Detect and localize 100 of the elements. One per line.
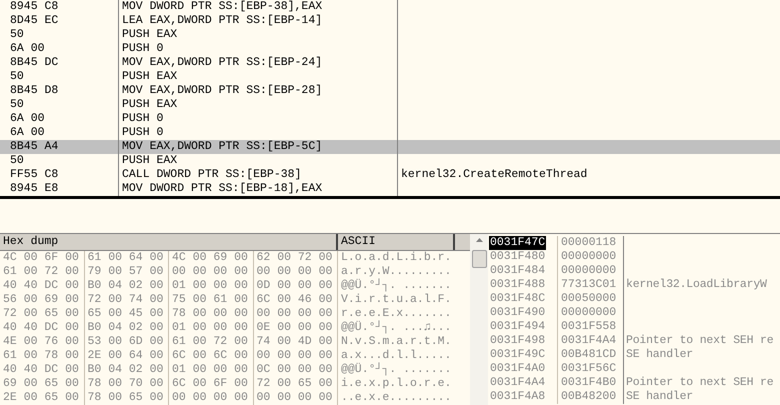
disassembly-row[interactable]: 50 PUSH EAX	[0, 154, 780, 168]
instruction: CALL DWORD PTR SS:[EBP-38]	[122, 168, 302, 181]
scroll-thumb[interactable]	[472, 250, 486, 268]
column-header[interactable]: Hex dump	[0, 234, 338, 250]
stack-value: 0031F4B0	[561, 376, 616, 389]
hex-bytes: 78 00 65 00	[88, 391, 164, 404]
instruction: PUSH 0	[122, 126, 164, 139]
column-header[interactable]: ASCII	[338, 234, 455, 250]
stack-value: 00B48200	[561, 390, 616, 403]
hex-bytes: B0 04 02 00	[88, 363, 164, 376]
disassembly-row[interactable]: 8B45 A4 MOV EAX,DWORD PTR SS:[EBP-5C]	[0, 140, 780, 154]
instruction: MOV DWORD PTR SS:[EBP-18],EAX	[122, 182, 322, 195]
stack-comment: kernel32.LoadLibraryW	[626, 278, 767, 291]
hex-code: 8945 C8	[10, 0, 58, 13]
instruction: LEA EAX,DWORD PTR SS:[EBP-14]	[122, 14, 322, 27]
disassembly-row[interactable]: 8945 E8 MOV DWORD PTR SS:[EBP-18],EAX	[0, 182, 780, 196]
hex-bytes: 40 40 DC 00	[3, 363, 79, 376]
instruction: PUSH 0	[122, 42, 164, 55]
disassembly-row[interactable]: 8D45 EC LEA EAX,DWORD PTR SS:[EBP-14]	[0, 14, 780, 28]
disassembly-row[interactable]: 50 PUSH EAX	[0, 28, 780, 42]
hex-bytes: 6C 00 6C 00	[172, 349, 248, 362]
ascii-text: @@Ü.°┘┐. .......	[341, 279, 452, 292]
disassembly-row[interactable]: 50 PUSH EAX	[0, 70, 780, 84]
disassembly-row[interactable]: 8945 C8 MOV DWORD PTR SS:[EBP-38],EAX	[0, 0, 780, 14]
hex-bytes: 01 00 00 00	[172, 279, 248, 292]
stack-value: 00000000	[561, 250, 616, 263]
hex-bytes: 00 00 00 00	[256, 265, 332, 278]
ascii-text: N.v.S.m.a.r.t.M.	[341, 335, 452, 348]
ascii-text: i.e.x.p.l.o.r.e.	[341, 377, 452, 390]
stack-value: 0031F4A4	[561, 334, 616, 347]
ascii-text: @@Ü.°┘┐. .......	[341, 363, 452, 376]
hex-bytes: 4E 00 76 00	[3, 335, 79, 348]
hex-bytes: 01 00 00 00	[172, 363, 248, 376]
hex-bytes: 6C 00 46 00	[256, 293, 332, 306]
scrollbar[interactable]	[470, 234, 488, 405]
hex-code: 8B45 D8	[10, 84, 58, 97]
ascii-text: a.r.y.W.........	[341, 265, 452, 278]
hex-bytes: 00 00 00 00	[256, 391, 332, 404]
hex-bytes: 00 00 00 00	[172, 265, 248, 278]
hex-bytes: 40 40 DC 00	[3, 321, 79, 334]
stack-address[interactable]: 0031F47C	[489, 236, 546, 250]
hex-bytes: 4C 00 6F 00	[3, 251, 79, 264]
hex-bytes: 40 40 DC 00	[3, 279, 79, 292]
hex-code: 8945 E8	[10, 182, 58, 195]
instruction: PUSH EAX	[122, 98, 178, 111]
stack-value: 0031F558	[561, 320, 616, 333]
scroll-up-icon[interactable]	[476, 238, 482, 242]
ascii-text: L.o.a.d.L.i.b.r.	[341, 251, 452, 264]
hex-bytes: 62 00 72 00	[256, 251, 332, 264]
hex-bytes: 61 00 64 00	[88, 251, 164, 264]
instruction: PUSH 0	[122, 112, 164, 125]
hex-bytes: 00 00 00 00	[256, 349, 332, 362]
hex-bytes: 0D 00 00 00	[256, 279, 332, 292]
hex-code: 6A 00	[10, 126, 45, 139]
ascii-text: ..e.x.e.........	[341, 391, 452, 404]
instruction: MOV EAX,DWORD PTR SS:[EBP-5C]	[122, 140, 322, 153]
comment: kernel32.CreateRemoteThread	[401, 168, 588, 181]
hex-bytes: 2E 00 65 00	[3, 391, 79, 404]
disassembly-row[interactable]: 8B45 D8 MOV EAX,DWORD PTR SS:[EBP-28]	[0, 84, 780, 98]
hex-bytes: 0E 00 00 00	[256, 321, 332, 334]
stack-value: 00000000	[561, 264, 616, 277]
stack-value: 00050000	[561, 292, 616, 305]
stack-comment: Pointer to next SEH re	[626, 334, 774, 347]
ascii-text: a.x...d.l.l.....	[341, 349, 452, 362]
stack-value: 00B481CD	[561, 348, 616, 361]
hex-bytes: 2E 00 64 00	[88, 349, 164, 362]
hex-bytes: 01 00 00 00	[172, 321, 248, 334]
hex-bytes: 72 00 74 00	[88, 293, 164, 306]
ascii-text: V.i.r.t.u.a.l.F.	[341, 293, 452, 306]
hex-bytes: 78 00 70 00	[88, 377, 164, 390]
disassembly-row[interactable]: 8B45 DC MOV EAX,DWORD PTR SS:[EBP-24]	[0, 56, 780, 70]
hex-bytes: 79 00 57 00	[88, 265, 164, 278]
stack-value: 00000000	[561, 306, 616, 319]
hex-bytes: 0C 00 00 00	[256, 363, 332, 376]
stack-comment: SE handler	[626, 390, 694, 403]
disassembly-row[interactable]: 6A 00 PUSH 0	[0, 42, 780, 56]
hex-bytes: 78 00 00 00	[172, 307, 248, 320]
ascii-text: @@Ü.°┘┐. ...♫...	[341, 321, 452, 334]
hex-bytes: 4C 00 69 00	[172, 251, 248, 264]
hex-bytes: 74 00 4D 00	[256, 335, 332, 348]
hex-bytes: 72 00 65 00	[3, 307, 79, 320]
disassembly-row[interactable]: FF55 C8 CALL DWORD PTR SS:[EBP-38] kernel32.CreateRemoteThread	[0, 168, 780, 182]
hex-code: 8D45 EC	[10, 14, 58, 27]
disassembly-row[interactable]: 6A 00 PUSH 0	[0, 112, 780, 126]
instruction: MOV EAX,DWORD PTR SS:[EBP-28]	[122, 84, 322, 97]
hex-bytes: 61 00 72 00	[3, 265, 79, 278]
hex-bytes: 61 00 72 00	[172, 335, 248, 348]
hex-code: 6A 00	[10, 112, 45, 125]
hex-code: 8B45 A4	[10, 140, 58, 153]
hex-code: 50	[10, 28, 24, 41]
disassembly-row[interactable]: 50 PUSH EAX	[0, 98, 780, 112]
instruction: PUSH EAX	[122, 70, 178, 83]
hex-bytes: B0 04 02 00	[88, 321, 164, 334]
stack-comment: Pointer to next SEH re	[626, 376, 774, 389]
hex-bytes: 65 00 45 00	[88, 307, 164, 320]
hex-bytes: 72 00 65 00	[256, 377, 332, 390]
hex-bytes: 00 00 00 00	[256, 307, 332, 320]
hex-code: 8B45 DC	[10, 56, 58, 69]
hex-bytes: 61 00 78 00	[3, 349, 79, 362]
hex-bytes: 53 00 6D 00	[88, 335, 164, 348]
